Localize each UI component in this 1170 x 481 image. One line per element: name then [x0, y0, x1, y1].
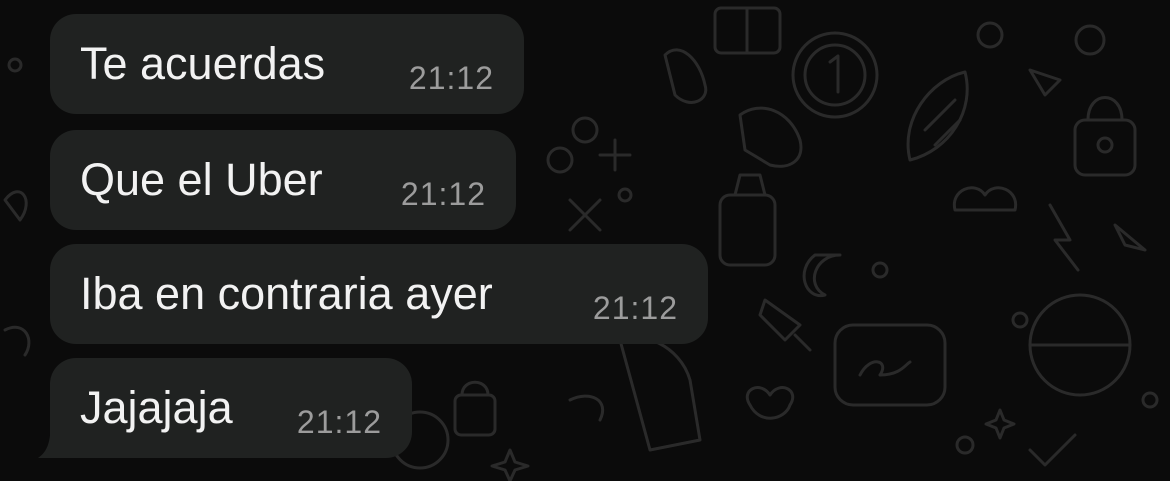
- message-bubble[interactable]: Iba en contraria ayer 21:12: [50, 244, 708, 344]
- message-bubble[interactable]: Jajajaja 21:12: [50, 358, 412, 458]
- message-text: Que el Uber: [80, 154, 323, 205]
- message-timestamp: 21:12: [592, 290, 678, 326]
- message-text: Iba en contraria ayer: [80, 268, 493, 319]
- message-bubble[interactable]: Que el Uber 21:12: [50, 130, 516, 230]
- message-text: Jajajaja: [80, 382, 233, 433]
- chat-message-list: Te acuerdas 21:12 Que el Uber 21:12 Iba …: [0, 0, 1170, 481]
- message-text: Te acuerdas: [80, 38, 326, 89]
- message-bubble[interactable]: Te acuerdas 21:12: [50, 14, 524, 114]
- message-timestamp: 21:12: [408, 60, 494, 96]
- message-timestamp: 21:12: [296, 404, 382, 440]
- message-timestamp: 21:12: [400, 176, 486, 212]
